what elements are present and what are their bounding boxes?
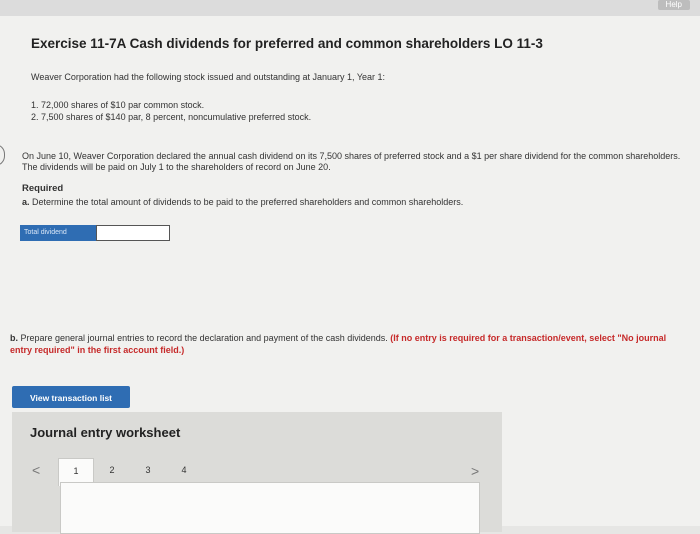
list-item: 1. 72,000 shares of $10 par common stock… xyxy=(31,100,205,110)
worksheet-title: Journal entry worksheet xyxy=(30,425,181,440)
exercise-page: Exercise 11-7A Cash dividends for prefer… xyxy=(0,16,700,534)
total-dividend-input[interactable] xyxy=(96,225,170,241)
required-heading: Required xyxy=(22,183,64,194)
part-b-instructions: b. Prepare general journal entries to re… xyxy=(10,332,690,356)
stock-list: 1. 72,000 shares of $10 par common stock… xyxy=(31,99,311,123)
collapse-handle-icon[interactable] xyxy=(0,144,5,166)
journal-entry-worksheet: Journal entry worksheet < 1 2 3 4 > xyxy=(12,412,502,534)
declaration-text: On June 10, Weaver Corporation declared … xyxy=(22,151,681,172)
worksheet-panel xyxy=(60,482,480,534)
part-a-letter: a. xyxy=(22,197,30,207)
page-title: Exercise 11-7A Cash dividends for prefer… xyxy=(31,36,543,51)
total-dividend-label: Total dividend xyxy=(20,225,96,241)
list-item: 2. 7,500 shares of $140 par, 8 percent, … xyxy=(31,112,312,122)
chevron-left-icon[interactable]: < xyxy=(32,462,40,478)
chevron-right-icon[interactable]: > xyxy=(471,463,479,479)
top-bar: Help xyxy=(0,0,700,16)
view-transaction-list-button[interactable]: View transaction list xyxy=(12,386,130,408)
intro-text: Weaver Corporation had the following sto… xyxy=(31,72,386,82)
part-b-text: Prepare general journal entries to recor… xyxy=(20,333,388,343)
part-a-text: Determine the total amount of dividends … xyxy=(32,197,464,207)
part-a-instructions: a. Determine the total amount of dividen… xyxy=(22,197,463,207)
total-dividend-row: Total dividend xyxy=(20,225,170,241)
help-button[interactable]: Help xyxy=(657,0,690,10)
part-b-letter: b. xyxy=(10,333,18,343)
